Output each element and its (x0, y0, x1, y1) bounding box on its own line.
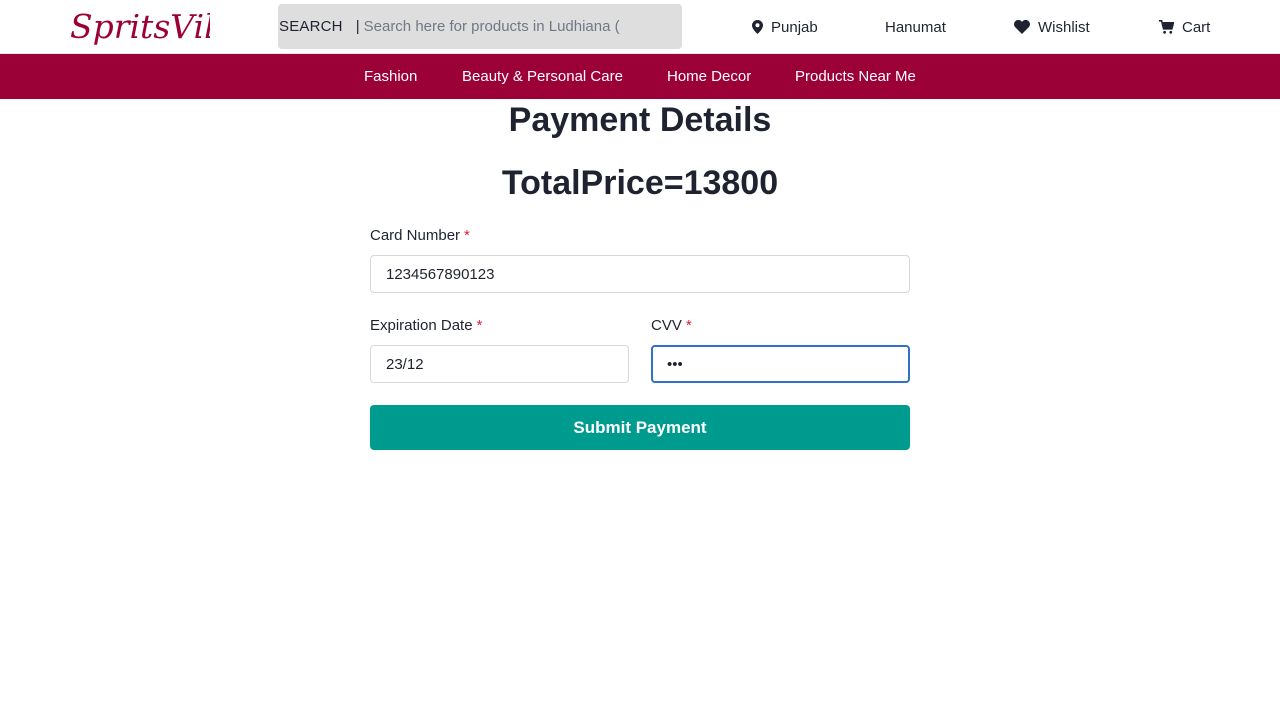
category-products-near-me[interactable]: Products Near Me (795, 54, 916, 99)
cvv-label: CVV * (651, 316, 692, 336)
cvv-input[interactable] (651, 345, 910, 383)
category-nav: Fashion Beauty & Personal Care Home Deco… (0, 54, 1280, 99)
search-label: SEARCH (279, 18, 343, 35)
category-fashion[interactable]: Fashion (364, 54, 417, 99)
user-account-link[interactable]: Hanumat (885, 0, 946, 54)
brand-logo[interactable]: SpritsVilla (68, 2, 210, 50)
location-label: Punjab (771, 18, 818, 36)
total-price: TotalPrice=13800 (501, 164, 779, 202)
search-bar: SEARCH | (278, 4, 682, 49)
required-marker: * (464, 227, 470, 244)
cart-icon (1159, 20, 1174, 34)
location-selector[interactable]: Punjab (752, 0, 818, 54)
map-pin-icon (752, 20, 763, 34)
card-number-label-text: Card Number (370, 227, 461, 244)
svg-text:SpritsVilla: SpritsVilla (70, 7, 210, 46)
submit-payment-button[interactable]: Submit Payment (370, 405, 910, 450)
cart-link[interactable]: Cart (1159, 0, 1210, 54)
category-beauty-personal-care[interactable]: Beauty & Personal Care (462, 54, 623, 99)
top-header: SpritsVilla SEARCH | Punjab Hanumat Wish… (0, 0, 1280, 54)
wishlist-link[interactable]: Wishlist (1014, 0, 1090, 54)
heart-icon (1014, 20, 1030, 34)
card-number-label: Card Number * (370, 226, 470, 246)
search-input[interactable] (363, 11, 622, 42)
page-title: Payment Details (508, 101, 772, 139)
search-separator: | (355, 18, 360, 35)
required-marker: * (685, 317, 692, 334)
user-name: Hanumat (885, 18, 946, 36)
card-number-input[interactable] (370, 255, 910, 293)
expiration-date-label-text: Expiration Date (370, 317, 473, 334)
cart-label: Cart (1182, 18, 1211, 36)
required-marker: * (476, 317, 483, 334)
cvv-label-text: CVV (651, 317, 682, 334)
expiration-date-label: Expiration Date * (370, 316, 482, 336)
wishlist-label: Wishlist (1038, 18, 1090, 36)
expiration-date-input[interactable] (370, 345, 629, 383)
brand-logo-wordmark: SpritsVilla (70, 7, 210, 46)
category-home-decor[interactable]: Home Decor (667, 54, 751, 99)
